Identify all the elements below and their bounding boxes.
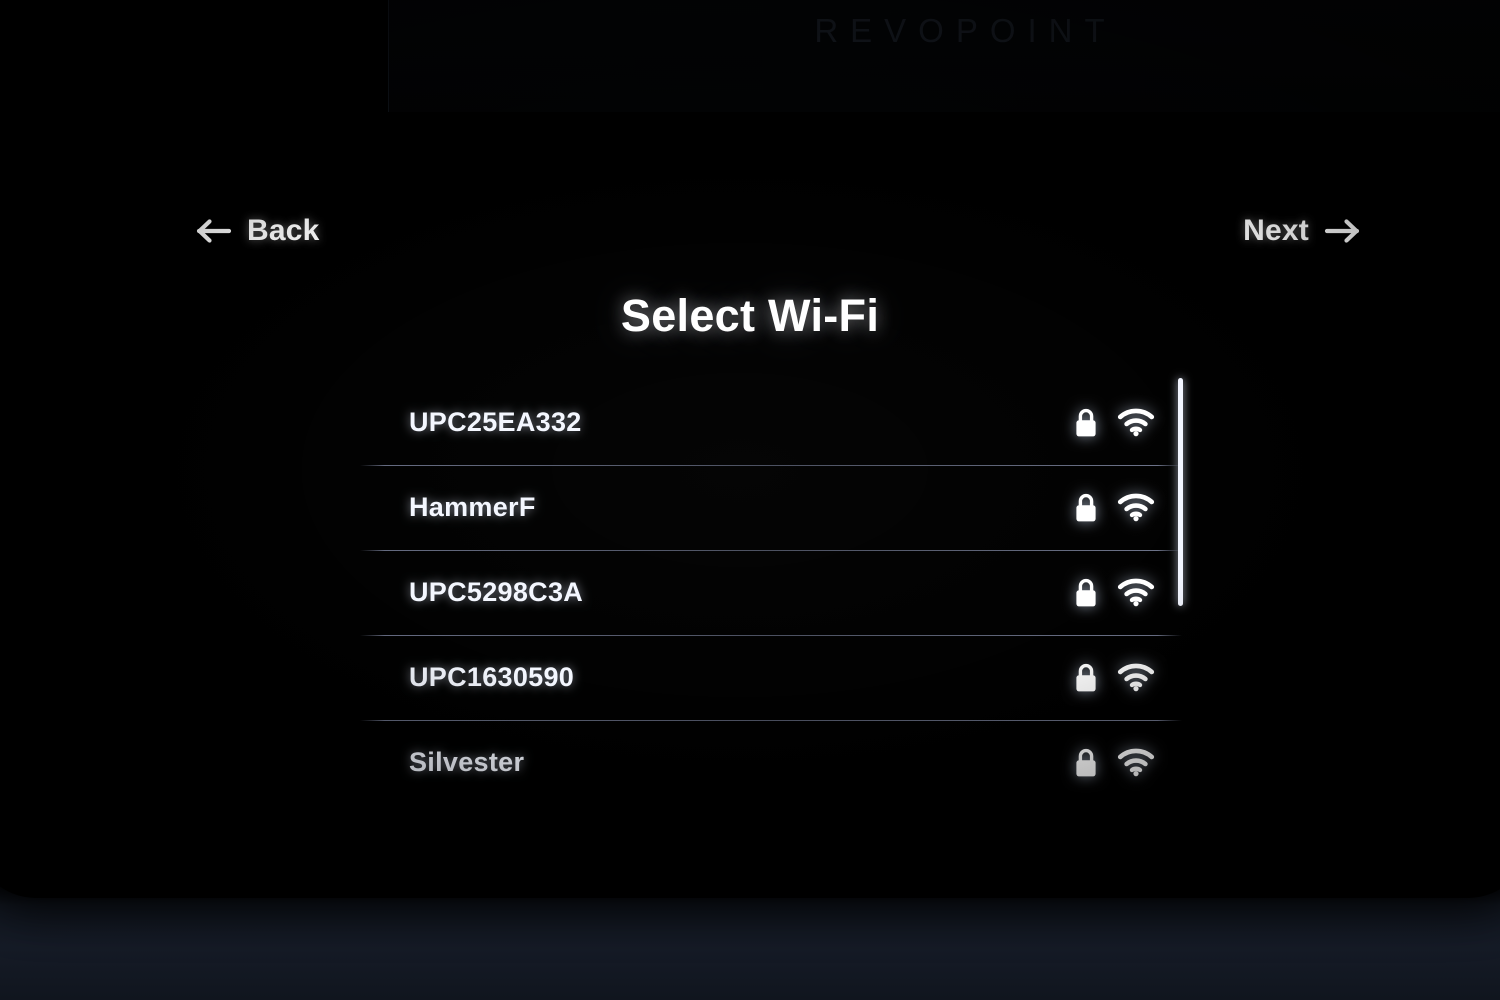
arrow-left-icon	[196, 218, 232, 244]
arrow-right-icon	[1324, 218, 1360, 244]
lock-icon	[1073, 747, 1099, 779]
wifi-icon	[1117, 578, 1155, 607]
wifi-icon	[1117, 748, 1155, 777]
next-button[interactable]: Next	[1243, 214, 1360, 248]
lock-icon	[1073, 577, 1099, 609]
wifi-network-row[interactable]: UPC25EA332	[360, 380, 1182, 465]
device-screen: Back Next Select Wi-Fi UPC25EA332 Hammer…	[0, 0, 1500, 858]
back-label: Back	[247, 214, 320, 247]
wifi-icon	[1117, 408, 1155, 437]
wifi-row-icons	[1073, 407, 1155, 439]
wifi-icon	[1117, 663, 1155, 692]
wifi-ssid-label: UPC5298C3A	[409, 577, 584, 607]
wifi-row-icons	[1073, 577, 1155, 609]
wifi-ssid-label: UPC1630590	[409, 662, 575, 692]
surface-behind-device	[0, 884, 1500, 1000]
wifi-ssid-label: HammerF	[409, 492, 536, 522]
scrollbar-track[interactable]	[1178, 378, 1183, 776]
wifi-ssid-label: UPC25EA332	[409, 407, 582, 437]
page-title: Select Wi-Fi	[620, 290, 880, 341]
wifi-row-icons	[1073, 747, 1155, 779]
lock-icon	[1073, 407, 1099, 439]
lock-icon	[1073, 662, 1099, 694]
next-label: Next	[1243, 214, 1309, 247]
photo-backdrop: REVOPOINT Back Next Select Wi-Fi UPC25EA…	[0, 0, 1500, 1000]
wifi-network-row[interactable]: Silvester	[360, 720, 1182, 805]
lock-icon	[1073, 492, 1099, 524]
wifi-row-icons	[1073, 492, 1155, 524]
wifi-network-row[interactable]: UPC1630590	[360, 635, 1182, 720]
wifi-row-icons	[1073, 662, 1155, 694]
wifi-icon	[1117, 493, 1155, 522]
wifi-network-row[interactable]: UPC5298C3A	[360, 550, 1182, 635]
device-body: REVOPOINT Back Next Select Wi-Fi UPC25EA…	[0, 0, 1500, 898]
scrollbar-thumb[interactable]	[1178, 378, 1183, 606]
wifi-ssid-label: Silvester	[409, 747, 525, 777]
back-button[interactable]: Back	[196, 214, 320, 248]
wifi-network-row[interactable]: HammerF	[360, 465, 1182, 550]
wifi-network-list: UPC25EA332 HammerF UPC5298C3A UPC1630590…	[360, 380, 1182, 805]
